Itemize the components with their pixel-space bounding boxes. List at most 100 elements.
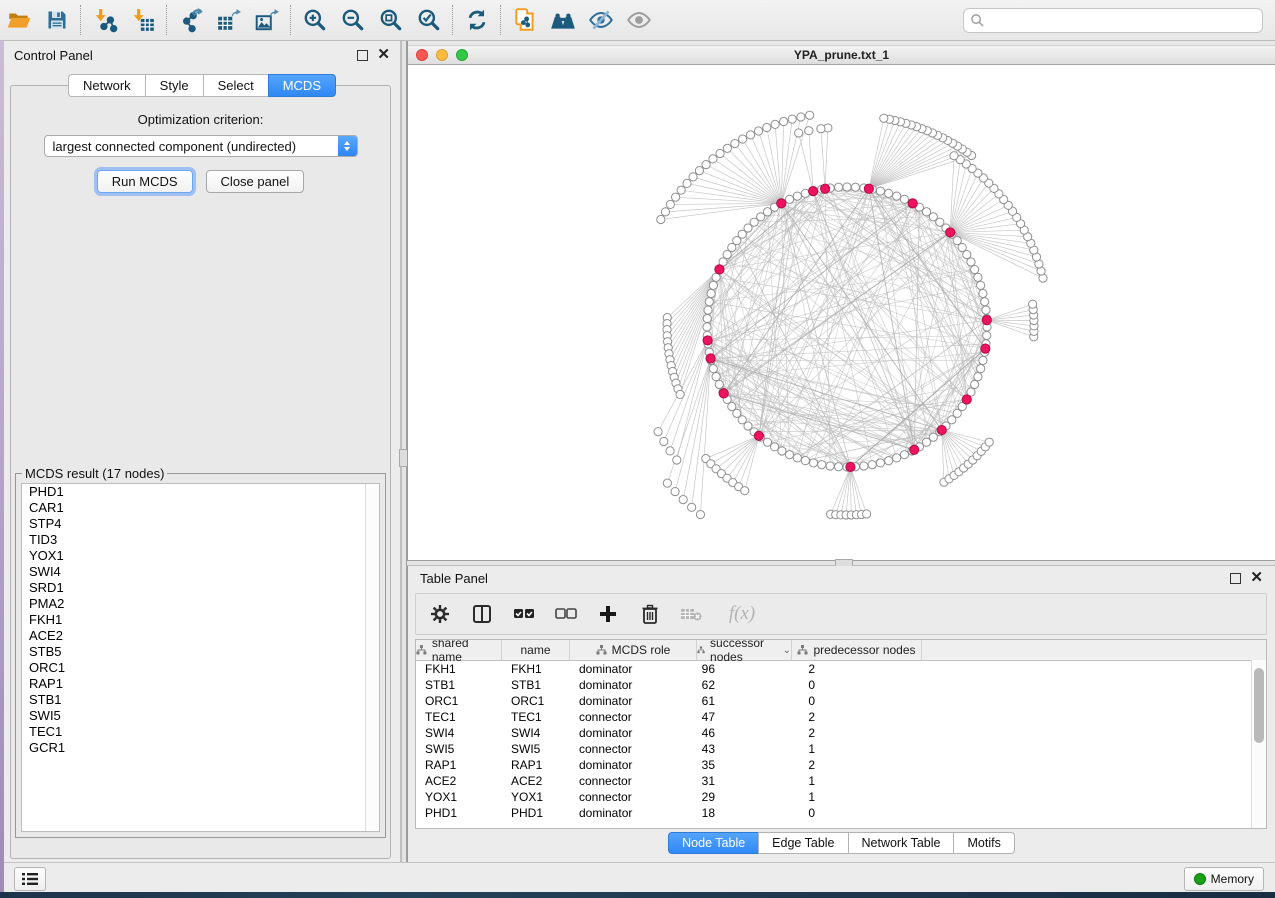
table-row[interactable]: SWI4SWI4dominator462 <box>416 725 1266 741</box>
table-row[interactable]: ACE2ACE2connector311 <box>416 773 1266 789</box>
maximize-window-icon[interactable] <box>456 49 468 61</box>
delete-column-button[interactable] <box>638 602 662 626</box>
function-builder-button[interactable]: f(x) <box>722 602 762 626</box>
mcds-result-group: MCDS result (17 nodes) PHD1CAR1STP4TID3Y… <box>15 466 386 838</box>
cell-name: ORC1 <box>502 694 570 708</box>
import-network-button[interactable] <box>86 3 124 37</box>
cell-predecessor-nodes: 2 <box>792 726 922 740</box>
minimize-window-icon[interactable] <box>436 49 448 61</box>
show-columns-button[interactable] <box>470 602 494 626</box>
cell-predecessor-nodes: 0 <box>792 678 922 692</box>
result-node-item[interactable]: TEC1 <box>22 724 379 740</box>
run-mcds-button[interactable]: Run MCDS <box>97 170 193 193</box>
close-panel-button[interactable]: Close panel <box>206 170 305 193</box>
column-header-name[interactable]: name <box>502 640 570 660</box>
cell-predecessor-nodes: 1 <box>792 742 922 756</box>
tab-style[interactable]: Style <box>145 74 203 97</box>
scrollbar-thumb[interactable] <box>1254 668 1264 743</box>
memory-button[interactable]: Memory <box>1184 867 1264 891</box>
search-network-button[interactable] <box>544 3 582 37</box>
hide-selected-button[interactable] <box>582 3 620 37</box>
table-row[interactable]: ORC1ORC1dominator610 <box>416 693 1266 709</box>
table-row[interactable]: YOX1YOX1connector291 <box>416 789 1266 805</box>
show-panels-button[interactable] <box>14 867 46 891</box>
save-session-button[interactable] <box>38 3 76 37</box>
result-node-item[interactable]: CAR1 <box>22 500 379 516</box>
tab-mcds[interactable]: MCDS <box>268 74 336 97</box>
result-node-item[interactable]: YOX1 <box>22 548 379 564</box>
export-table-button[interactable] <box>210 3 248 37</box>
result-node-item[interactable]: SWI4 <box>22 564 379 580</box>
global-search[interactable] <box>963 8 1263 33</box>
result-node-item[interactable]: STP4 <box>22 516 379 532</box>
result-node-item[interactable]: GCR1 <box>22 740 379 756</box>
column-header-predecessor-nodes[interactable]: predecessor nodes <box>792 640 922 660</box>
export-image-button[interactable] <box>248 3 286 37</box>
network-canvas[interactable] <box>408 65 1275 561</box>
result-node-item[interactable]: ACE2 <box>22 628 379 644</box>
result-node-item[interactable]: PMA2 <box>22 596 379 612</box>
close-window-icon[interactable] <box>416 49 428 61</box>
cell-successor-nodes: 43 <box>697 742 792 756</box>
tab-node-table[interactable]: Node Table <box>668 832 758 854</box>
tab-network-table[interactable]: Network Table <box>848 832 954 854</box>
open-file-button[interactable] <box>0 3 38 37</box>
result-node-item[interactable]: STB1 <box>22 692 379 708</box>
column-label: MCDS role <box>612 643 671 657</box>
network-graph[interactable] <box>408 65 1275 561</box>
zoom-selected-icon <box>416 7 442 33</box>
result-node-item[interactable]: ORC1 <box>22 660 379 676</box>
select-all-rows-button[interactable] <box>512 602 536 626</box>
float-panel-icon[interactable] <box>357 50 368 61</box>
show-all-button[interactable] <box>620 3 658 37</box>
table-options-button[interactable] <box>428 602 452 626</box>
search-input[interactable] <box>985 12 1256 28</box>
table-row[interactable]: PHD1PHD1dominator180 <box>416 805 1266 821</box>
column-header-filler <box>922 640 1266 660</box>
import-table-button[interactable] <box>124 3 162 37</box>
cell-successor-nodes: 47 <box>697 710 792 724</box>
column-header-MCDS-role[interactable]: MCDS role <box>570 640 697 660</box>
result-node-item[interactable]: PHD1 <box>22 484 379 500</box>
result-node-item[interactable]: TID3 <box>22 532 379 548</box>
result-node-item[interactable]: SRD1 <box>22 580 379 596</box>
close-panel-icon[interactable]: ✕ <box>377 50 390 60</box>
delete-table-button[interactable] <box>680 602 704 626</box>
create-column-button[interactable] <box>596 602 620 626</box>
table-row[interactable]: TEC1TEC1connector472 <box>416 709 1266 725</box>
deselect-all-rows-button[interactable] <box>554 602 578 626</box>
export-table-icon <box>216 7 242 33</box>
column-header-successor-nodes[interactable]: successor nodes⌄ <box>697 640 792 660</box>
zoom-in-button[interactable] <box>296 3 334 37</box>
zoom-fit-button[interactable] <box>372 3 410 37</box>
table-scrollbar[interactable] <box>1251 660 1266 828</box>
export-network-button[interactable] <box>172 3 210 37</box>
zoom-selected-button[interactable] <box>410 3 448 37</box>
export-image-icon <box>254 7 280 33</box>
float-panel-icon[interactable] <box>1230 573 1241 584</box>
control-panel: Control Panel ✕ NetworkStyleSelectMCDS O… <box>4 41 401 862</box>
cell-name: RAP1 <box>502 758 570 772</box>
table-row[interactable]: FKH1FKH1dominator962 <box>416 661 1266 677</box>
result-list-scrollbar[interactable] <box>365 484 379 831</box>
tab-select[interactable]: Select <box>203 74 268 97</box>
result-node-item[interactable]: SWI5 <box>22 708 379 724</box>
table-panel: Table Panel ✕ <box>407 566 1275 862</box>
zoom-out-button[interactable] <box>334 3 372 37</box>
refresh-button[interactable] <box>458 3 496 37</box>
tab-edge-table[interactable]: Edge Table <box>758 832 847 854</box>
clone-network-button[interactable] <box>506 3 544 37</box>
network-window-titlebar[interactable]: YPA_prune.txt_1 <box>408 45 1275 65</box>
tab-motifs[interactable]: Motifs <box>953 832 1014 854</box>
cell-predecessor-nodes: 2 <box>792 662 922 676</box>
close-panel-icon[interactable]: ✕ <box>1250 573 1263 583</box>
table-row[interactable]: RAP1RAP1dominator352 <box>416 757 1266 773</box>
optimization-criterion-select[interactable]: largest connected component (undirected) <box>44 135 358 157</box>
table-row[interactable]: STB1STB1dominator620 <box>416 677 1266 693</box>
result-node-item[interactable]: FKH1 <box>22 612 379 628</box>
result-node-item[interactable]: RAP1 <box>22 676 379 692</box>
table-row[interactable]: SWI5SWI5connector431 <box>416 741 1266 757</box>
result-node-item[interactable]: STB5 <box>22 644 379 660</box>
tab-network[interactable]: Network <box>68 74 145 97</box>
column-header-shared-name[interactable]: shared name <box>416 640 502 660</box>
